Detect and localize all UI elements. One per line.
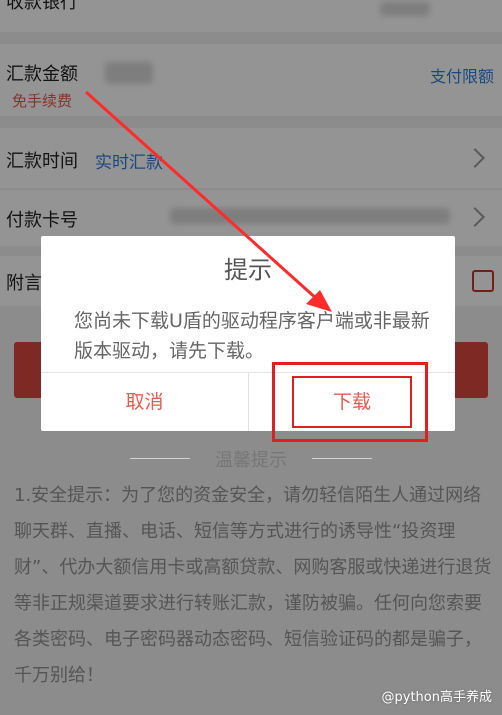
tips-body: 1.安全提示：为了您的资金安全，请勿轻信陌生人通过网络聊天群、直播、电话、短信等… <box>14 485 492 686</box>
watermark: @python高手养成 <box>381 690 492 705</box>
tips-title: 温馨提示 <box>215 450 287 471</box>
